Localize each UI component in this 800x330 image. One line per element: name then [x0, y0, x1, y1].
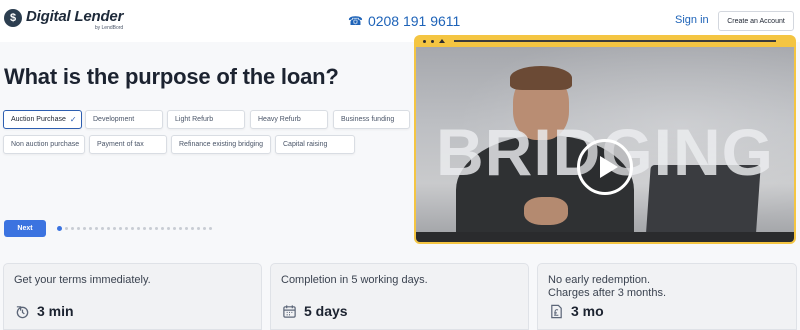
- feature-card-terms: Get your terms immediately. 3 min: [3, 263, 262, 330]
- option-light-refurb[interactable]: Light Refurb: [167, 110, 245, 129]
- option-capital-raising[interactable]: Capital raising: [275, 135, 355, 154]
- progress-dot: [209, 227, 212, 230]
- progress-dot: [101, 227, 104, 230]
- progress-dot-active: [57, 226, 62, 231]
- calendar-icon: [281, 303, 297, 319]
- progress-dot: [113, 227, 116, 230]
- progress-dot: [173, 227, 176, 230]
- progress-dot: [155, 227, 158, 230]
- document-pound-icon: [548, 303, 564, 319]
- play-icon[interactable]: [577, 139, 633, 195]
- option-refinance-existing-bridging[interactable]: Refinance existing bridging: [171, 135, 271, 154]
- progress-dot: [125, 227, 128, 230]
- option-heavy-refurb[interactable]: Heavy Refurb: [250, 110, 328, 129]
- phone-icon: ☎: [348, 14, 363, 28]
- option-non-auction-purchase[interactable]: Non auction purchase: [3, 135, 85, 154]
- progress-dot: [119, 227, 122, 230]
- feature-card-completion: Completion in 5 working days. 5 days: [270, 263, 529, 330]
- page-title: What is the purpose of the loan?: [4, 64, 339, 89]
- progress-dot: [83, 227, 86, 230]
- video-thumbnail: BRIDGING: [416, 47, 794, 242]
- progress-dot: [107, 227, 110, 230]
- progress-dot: [95, 227, 98, 230]
- progress-dot: [203, 227, 206, 230]
- logo[interactable]: $ Digital Lender by LendBord: [4, 9, 123, 31]
- option-development[interactable]: Development: [85, 110, 163, 129]
- phone-link[interactable]: ☎ 0208 191 9611: [348, 13, 460, 29]
- phone-number: 0208 191 9611: [367, 13, 461, 29]
- progress-dot: [143, 227, 146, 230]
- clock-arrow-icon: [14, 303, 30, 319]
- progress-dot: [167, 227, 170, 230]
- card-value: 5 days: [304, 303, 348, 319]
- create-account-button[interactable]: Create an Account: [718, 11, 794, 31]
- progress-dot: [191, 227, 194, 230]
- progress-dot: [65, 227, 68, 230]
- card-title: Get your terms immediately.: [14, 274, 151, 286]
- progress-dot: [89, 227, 92, 230]
- sign-in-link[interactable]: Sign in: [675, 14, 709, 26]
- card-value: 3 min: [37, 303, 74, 319]
- option-payment-of-tax[interactable]: Payment of tax: [89, 135, 167, 154]
- progress-dot: [77, 227, 80, 230]
- card-value: 3 mo: [571, 303, 604, 319]
- card-title: No early redemption. Charges after 3 mon…: [548, 274, 667, 299]
- progress-dot: [137, 227, 140, 230]
- logo-subtitle: by LendBord: [94, 25, 124, 31]
- step-progress-dots: [57, 226, 215, 231]
- check-icon: ✓: [69, 115, 77, 124]
- video-player[interactable]: BRIDGING: [414, 35, 796, 244]
- progress-dot: [149, 227, 152, 230]
- card-title: Completion in 5 working days.: [281, 274, 428, 286]
- progress-dot: [197, 227, 200, 230]
- progress-dot: [71, 227, 74, 230]
- logo-mark-icon: $: [4, 9, 22, 27]
- progress-dot: [161, 227, 164, 230]
- feature-card-redemption: No early redemption. Charges after 3 mon…: [537, 263, 797, 330]
- progress-dot: [131, 227, 134, 230]
- progress-dot: [179, 227, 182, 230]
- video-frame-bar: [416, 35, 794, 47]
- logo-title: Digital Lender: [26, 8, 124, 25]
- option-auction-purchase[interactable]: Auction Purchase ✓: [3, 110, 82, 129]
- next-button[interactable]: Next: [4, 220, 46, 237]
- option-business-funding[interactable]: Business funding: [333, 110, 410, 129]
- progress-dot: [185, 227, 188, 230]
